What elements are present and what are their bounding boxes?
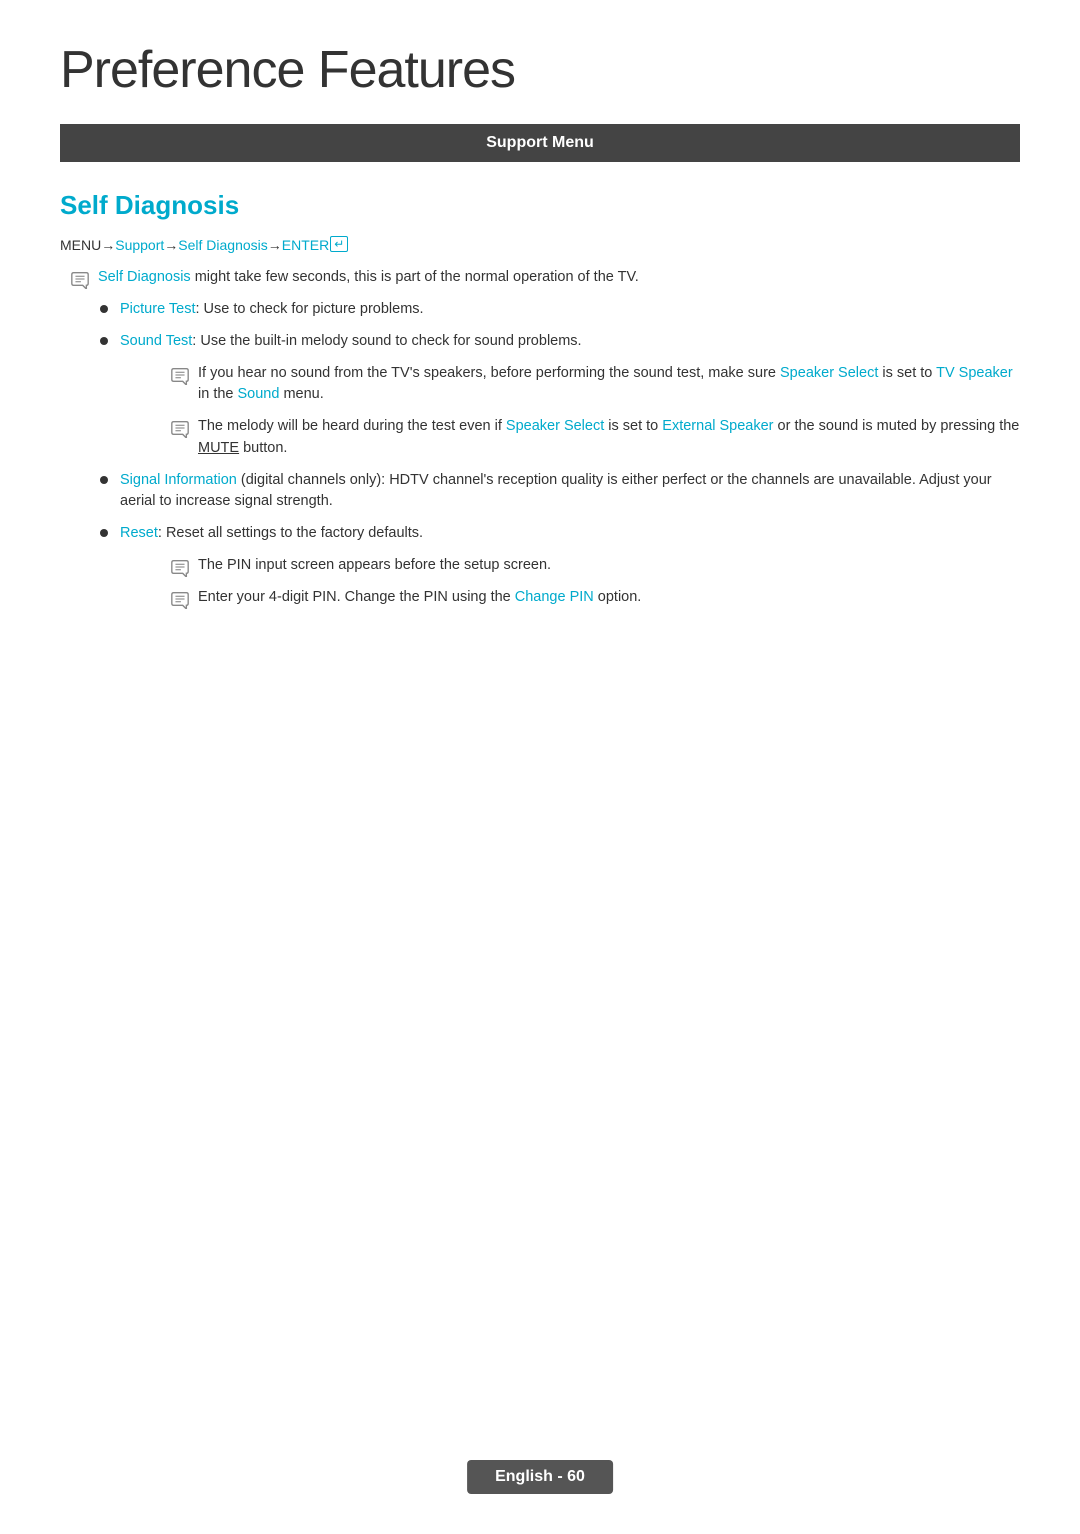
note-icon-reset-2 bbox=[170, 589, 190, 609]
bullet-item-picture-test: Picture Test: Use to check for picture p… bbox=[100, 299, 1020, 321]
bullet-dot-1 bbox=[100, 305, 108, 313]
bullet-dot-4 bbox=[100, 529, 108, 537]
support-menu-bar: Support Menu bbox=[60, 124, 1020, 162]
menu-path-menu: MENU bbox=[60, 237, 101, 253]
menu-path-arrow2: → bbox=[164, 237, 178, 253]
bullet-dot-2 bbox=[100, 337, 108, 345]
reset-notes: The PIN input screen appears before the … bbox=[160, 555, 1020, 609]
enter-icon: ↵ bbox=[330, 236, 348, 252]
bullet-text-1: Picture Test: Use to check for picture p… bbox=[120, 299, 424, 321]
sound-note-1: If you hear no sound from the TV's speak… bbox=[160, 363, 1020, 407]
sound-note-2-text: The melody will be heard during the test… bbox=[198, 416, 1020, 460]
sound-note-2: The melody will be heard during the test… bbox=[160, 416, 1020, 460]
bullet-item-sound-test: Sound Test: Use the built-in melody soun… bbox=[100, 331, 1020, 353]
note-icon-reset-1 bbox=[170, 557, 190, 577]
reset-note-2: Enter your 4-digit PIN. Change the PIN u… bbox=[160, 587, 1020, 609]
menu-path: MENU → Support → Self Diagnosis → ENTER … bbox=[60, 237, 1020, 253]
menu-path-enter: ENTER bbox=[282, 237, 329, 253]
bullet-list: Picture Test: Use to check for picture p… bbox=[100, 299, 1020, 609]
support-menu-label: Support Menu bbox=[486, 134, 594, 151]
page-number: English - 60 bbox=[495, 1468, 585, 1485]
note-icon-sound-1 bbox=[170, 365, 190, 385]
page-number-bar: English - 60 bbox=[467, 1460, 613, 1494]
bullet-dot-3 bbox=[100, 476, 108, 484]
section-title: Self Diagnosis bbox=[60, 190, 1020, 221]
bullet-text-4: Reset: Reset all settings to the factory… bbox=[120, 523, 423, 545]
note-icon-sound-2 bbox=[170, 418, 190, 438]
bullet-text-3: Signal Information (digital channels onl… bbox=[120, 470, 1020, 514]
sound-test-notes: If you hear no sound from the TV's speak… bbox=[160, 363, 1020, 460]
page-title: Preference Features bbox=[60, 40, 1020, 100]
sound-note-1-text: If you hear no sound from the TV's speak… bbox=[198, 363, 1020, 407]
intro-note-text: Self Diagnosis might take few seconds, t… bbox=[98, 267, 639, 289]
menu-path-support: Support bbox=[115, 237, 164, 253]
menu-path-arrow1: → bbox=[101, 237, 115, 253]
bullet-text-2: Sound Test: Use the built-in melody soun… bbox=[120, 331, 582, 353]
page-container: Preference Features Support Menu Self Di… bbox=[0, 0, 1080, 699]
reset-note-1: The PIN input screen appears before the … bbox=[160, 555, 1020, 577]
note-icon-intro bbox=[70, 269, 90, 289]
reset-note-1-text: The PIN input screen appears before the … bbox=[198, 555, 551, 577]
menu-path-self-diagnosis: Self Diagnosis bbox=[178, 237, 268, 253]
bullet-item-signal-info: Signal Information (digital channels onl… bbox=[100, 470, 1020, 514]
intro-note: Self Diagnosis might take few seconds, t… bbox=[60, 267, 1020, 289]
reset-note-2-text: Enter your 4-digit PIN. Change the PIN u… bbox=[198, 587, 641, 609]
menu-path-arrow3: → bbox=[268, 237, 282, 253]
bullet-item-reset: Reset: Reset all settings to the factory… bbox=[100, 523, 1020, 545]
